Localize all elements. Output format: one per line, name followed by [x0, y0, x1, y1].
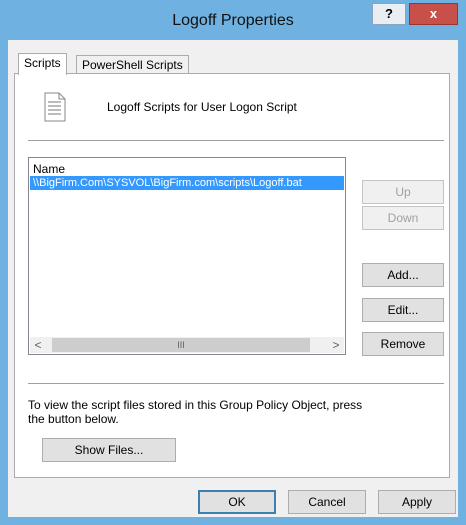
help-button[interactable]: ? [372, 3, 406, 25]
scroll-left-icon[interactable]: < [30, 337, 46, 353]
script-file-icon [44, 92, 66, 122]
bottom-divider [28, 383, 444, 384]
down-button[interactable]: Down [362, 206, 444, 230]
show-files-button[interactable]: Show Files... [42, 438, 176, 462]
tab-powershell-scripts[interactable]: PowerShell Scripts [76, 55, 189, 75]
top-divider [28, 140, 444, 141]
ok-button[interactable]: OK [198, 490, 276, 514]
edit-button[interactable]: Edit... [362, 298, 444, 322]
list-item[interactable]: \\BigFirm.Com\SYSVOL\BigFirm.com\scripts… [30, 176, 344, 190]
close-button[interactable]: x [409, 3, 458, 25]
remove-button[interactable]: Remove [362, 332, 444, 356]
add-button[interactable]: Add... [362, 263, 444, 287]
title-bar[interactable]: Logoff Properties ? x [0, 0, 466, 40]
scroll-thumb[interactable]: III [52, 338, 310, 352]
scripts-list[interactable]: Name \\BigFirm.Com\SYSVOL\BigFirm.com\sc… [28, 157, 346, 355]
horizontal-scrollbar[interactable]: < III > [30, 337, 344, 353]
name-column-header[interactable]: Name [33, 162, 65, 176]
info-text: To view the script files stored in this … [28, 398, 363, 426]
tab-scripts[interactable]: Scripts [18, 53, 67, 75]
apply-button[interactable]: Apply [378, 490, 456, 514]
scroll-right-icon[interactable]: > [328, 337, 344, 353]
logoff-properties-window: Logoff Properties ? x Scripts PowerShell… [0, 0, 466, 525]
scripts-heading: Logoff Scripts for User Logon Script [107, 100, 297, 114]
up-button[interactable]: Up [362, 180, 444, 204]
cancel-button[interactable]: Cancel [288, 490, 366, 514]
